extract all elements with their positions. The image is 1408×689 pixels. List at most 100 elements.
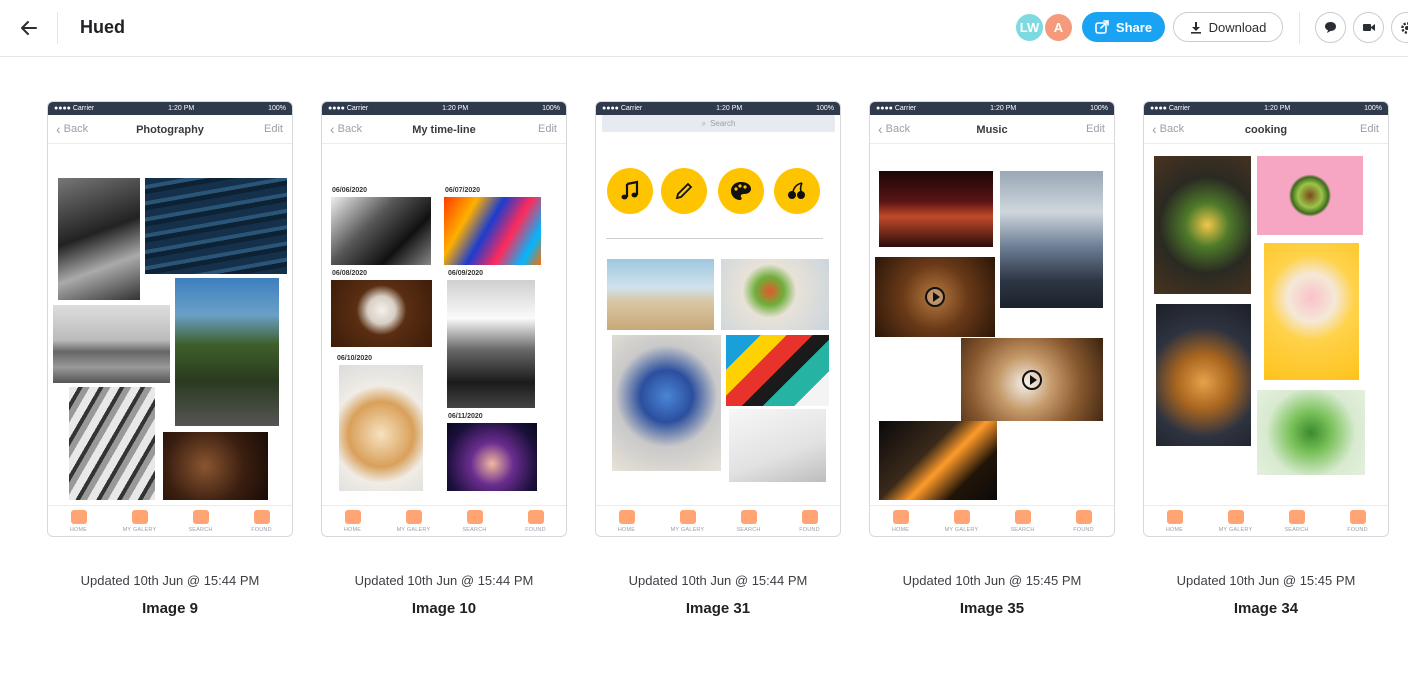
photo-ice-cream [1264,243,1359,380]
photo-bw-dog [331,197,431,265]
photo-pie [339,365,423,491]
tab-label: HOME [69,527,88,533]
screen-title: My time-line [412,124,476,136]
screen-content [48,145,292,507]
updated-timestamp: Updated 10th Jun @ 15:44 PM [628,573,808,588]
screen-tabbar: HOME MY GALERY SEARCH FOUND [596,505,840,536]
back-button[interactable] [16,15,42,41]
photo-portrait [58,178,140,300]
gallery-icon [131,510,148,524]
carrier-text: ●●●● Carrier [876,105,917,112]
clock-text: 1:20 PM [1264,105,1291,112]
tab-label: SEARCH [1284,527,1309,533]
board-thumbnail[interactable]: ●●●● Carrier 1:20 PM 100% ‹ Back Photogra… [47,101,293,537]
home-icon [70,510,87,524]
screen-edit: Edit [1086,123,1105,135]
photo-note [331,280,432,347]
art-category [718,168,764,214]
board-name[interactable]: Image 35 [869,600,1115,617]
divider-line [606,238,823,239]
board-thumbnail[interactable]: ●●●● Carrier 1:20 PM 100% ⌕ Search HOME … [595,101,841,537]
divider [1299,12,1300,44]
photo-colorful-painting [444,197,541,265]
tab-found: FOUND [234,506,290,536]
tab-gallery: MY GALERY [934,506,990,536]
carrier-text: ●●●● Carrier [602,105,643,112]
board-name[interactable]: Image 34 [1143,600,1389,617]
video-camera-icon [1362,24,1375,31]
board-thumbnail[interactable]: ●●●● Carrier 1:20 PM 100% ‹ Back cooking … [1143,101,1389,537]
status-bar: ●●●● Carrier 1:20 PM 100% [870,102,1114,115]
photo-abstract-pattern [726,335,829,406]
board-thumbnail[interactable]: ●●●● Carrier 1:20 PM 100% ‹ Back Music Ed… [869,101,1115,537]
battery-text: 100% [542,105,560,112]
tab-label: FOUND [525,527,546,533]
timeline-date: 06/10/2020 [337,355,373,362]
tab-gallery: MY GALERY [1208,506,1264,536]
play-icon [925,287,945,307]
avatar-lw[interactable]: LW [1014,12,1045,43]
gear-icon [1400,21,1408,34]
tab-label: FOUND [1347,527,1368,533]
tab-search: SEARCH [447,506,503,536]
home-icon [1166,510,1183,524]
food-category [774,168,820,214]
tab-home: HOME [325,506,381,536]
video-button[interactable] [1353,12,1384,43]
timeline-date: 06/09/2020 [448,270,484,277]
board-name[interactable]: Image 10 [321,600,567,617]
share-button[interactable]: Share [1082,12,1165,42]
status-bar: ●●●● Carrier 1:20 PM 100% [48,102,292,115]
clock-text: 1:20 PM [168,105,195,112]
tab-label: MY GALERY [670,527,705,533]
screen-edit: Edit [538,123,557,135]
photo-singer [447,280,535,408]
tab-label: HOME [891,527,910,533]
photo-vegetables [1257,390,1365,475]
comment-button[interactable] [1315,12,1346,43]
found-icon [253,510,270,524]
gallery-icon [679,510,696,524]
board-card: ●●●● Carrier 1:20 PM 100% ‹ Back Music Ed… [869,101,1115,617]
download-icon [1190,21,1201,34]
comment-icon [1325,22,1336,33]
tab-found: FOUND [782,506,838,536]
tab-label: FOUND [799,527,820,533]
settings-button[interactable] [1391,12,1408,43]
board-name[interactable]: Image 31 [595,600,841,617]
board-thumbnail[interactable]: ●●●● Carrier 1:20 PM 100% ‹ Back My time-… [321,101,567,537]
found-icon [1349,510,1366,524]
carrier-text: ●●●● Carrier [1150,105,1191,112]
battery-text: 100% [816,105,834,112]
tab-label: SEARCH [188,527,213,533]
photo-illustration [612,335,721,471]
tab-found: FOUND [1330,506,1386,536]
top-bar: Hued LW A Share Download [0,0,1408,57]
photo-synth [879,171,993,247]
tab-gallery: MY GALERY [660,506,716,536]
tab-label: HOME [343,527,362,533]
divider [57,12,58,44]
photo-bridge [175,278,279,426]
tab-search: SEARCH [1269,506,1325,536]
board-card: ●●●● Carrier 1:20 PM 100% ‹ Back Photogra… [47,101,293,617]
play-icon [1022,370,1042,390]
avatar-a[interactable]: A [1043,12,1074,43]
screen-tabbar: HOME MY GALERY SEARCH FOUND [322,505,566,536]
tab-label: MY GALERY [944,527,979,533]
screen-edit: Edit [264,123,283,135]
screen-title: Photography [136,124,204,136]
clock-text: 1:20 PM [716,105,743,112]
photo-avocado [1257,156,1363,235]
photo-concert-guitar [879,421,997,500]
photo-hands [163,432,268,500]
home-icon [618,510,635,524]
tab-label: MY GALERY [396,527,431,533]
download-button[interactable]: Download [1173,12,1283,42]
board-name[interactable]: Image 9 [47,600,293,617]
tab-label: MY GALERY [1218,527,1253,533]
tab-search: SEARCH [995,506,1051,536]
screen-nav: ‹ Back cooking Edit [1144,115,1388,144]
timeline-date: 06/08/2020 [332,270,368,277]
music-note-icon [621,180,639,200]
